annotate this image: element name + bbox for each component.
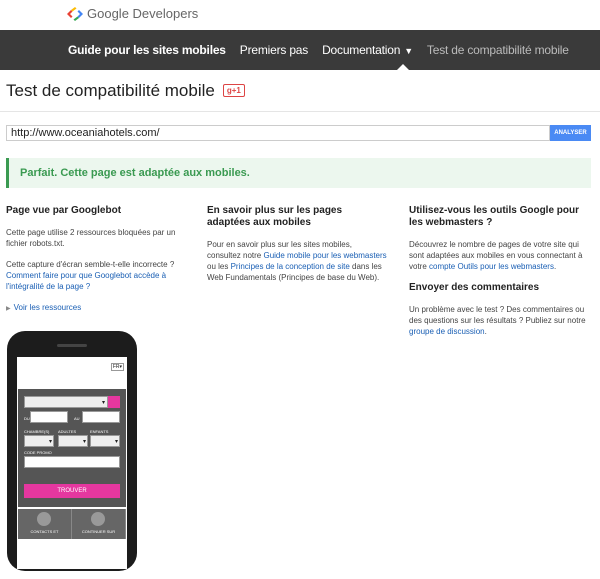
date-from-field xyxy=(30,411,68,423)
top-header: Google Developers xyxy=(0,0,600,30)
view-resources-label: Voir les ressources xyxy=(13,303,82,312)
webmaster-text-2: . xyxy=(553,262,557,271)
google-plus-button[interactable]: g+1 xyxy=(222,84,245,97)
discussion-group-link[interactable]: groupe de discussion xyxy=(409,327,485,336)
date-to-field xyxy=(82,411,120,423)
learn-more-column: En savoir plus sur les pages adaptées au… xyxy=(207,205,387,293)
webmaster-tools-text: Découvrez le nombre de pages de votre si… xyxy=(409,239,589,272)
learn-more-text-2: ou les xyxy=(207,262,231,271)
screenshot-question: Cette capture d'écran semble-t-elle inco… xyxy=(6,259,186,292)
google-developers-logo[interactable]: Google Developers xyxy=(67,6,198,21)
googlebot-access-link[interactable]: Comment faire pour que Googlebot accède … xyxy=(6,271,166,291)
google-developers-icon xyxy=(67,6,83,21)
feedback-text-1: Un problème avec le test ? Des commentai… xyxy=(409,305,586,325)
nav-documentation-label: Documentation xyxy=(322,43,401,57)
nav-mobile-test[interactable]: Test de compatibilité mobile xyxy=(427,43,569,57)
booking-form: ▾ DU AU CHAMBRE(S) ADULTES ENFANTS ▾ ▾ ▾… xyxy=(18,389,126,507)
continue-tile: CONTINUER SUR xyxy=(72,509,126,539)
screenshot-question-text: Cette capture d'écran semble-t-elle inco… xyxy=(6,260,175,269)
page-title-row: Test de compatibilité mobile g+1 xyxy=(0,70,600,112)
contacts-tile: CONTACTS ET xyxy=(18,509,72,539)
triangle-right-icon: ▶ xyxy=(6,306,11,312)
chevron-down-icon: ▼ xyxy=(404,46,413,56)
nav-getting-started[interactable]: Premiers pas xyxy=(240,43,308,57)
feedback-heading: Envoyer des commentaires xyxy=(409,282,540,293)
page-title: Test de compatibilité mobile xyxy=(6,80,215,100)
learn-more-text: Pour en savoir plus sur les sites mobile… xyxy=(207,239,387,283)
googlebot-heading: Page vue par Googlebot xyxy=(6,205,122,216)
phone-preview: FR▾ ▾ DU AU CHAMBRE(S) ADULTES ENFANTS ▾… xyxy=(7,331,137,571)
adults-label: ADULTES xyxy=(58,429,77,434)
chevron-down-icon: ▾ xyxy=(101,400,105,406)
webmaster-tools-column: Utilisez-vous les outils Google pour les… xyxy=(409,205,589,347)
contacts-icon xyxy=(37,512,51,526)
nav-documentation[interactable]: Documentation ▼ xyxy=(322,43,413,57)
phone-speaker xyxy=(57,344,87,347)
au-label: AU xyxy=(74,416,80,421)
feedback-text-2: . xyxy=(484,327,487,336)
children-label: ENFANTS xyxy=(90,429,109,434)
contacts-label: CONTACTS ET xyxy=(30,529,59,534)
main-navigation: Guide pour les sites mobiles Premiers pa… xyxy=(0,30,600,70)
continue-icon xyxy=(91,512,105,526)
children-select: ▾ xyxy=(90,435,120,447)
active-tab-indicator xyxy=(397,64,409,70)
googlebot-column: Page vue par Googlebot Cette page utilis… xyxy=(6,205,186,315)
url-input[interactable] xyxy=(6,125,550,141)
analyze-button[interactable]: ANALYSER xyxy=(550,125,591,141)
rooms-label: CHAMBRE(S) xyxy=(24,429,50,434)
du-label: DU xyxy=(24,416,30,421)
chevron-down-icon: ▾ xyxy=(48,439,52,445)
brand-text: Google Developers xyxy=(87,6,199,21)
webmaster-tools-heading: Utilisez-vous les outils Google pour les… xyxy=(409,205,580,228)
phone-footer-tiles: CONTACTS ET CONTINUER SUR xyxy=(18,509,126,539)
chevron-down-icon: ▾ xyxy=(114,439,118,445)
promo-label: CODE PROMO xyxy=(24,450,52,455)
search-hotels-button: TROUVER xyxy=(24,484,120,498)
phone-screen: FR▾ ▾ DU AU CHAMBRE(S) ADULTES ENFANTS ▾… xyxy=(17,357,127,569)
result-banner: Parfait. Cette page est adaptée aux mobi… xyxy=(6,158,591,188)
adults-select: ▾ xyxy=(58,435,88,447)
url-form: ANALYSER xyxy=(6,125,591,141)
view-resources-link[interactable]: ▶ Voir les ressources xyxy=(6,302,186,315)
continue-label: CONTINUER SUR xyxy=(81,529,116,534)
hotel-select-accent xyxy=(108,396,120,408)
hotel-select: ▾ xyxy=(24,396,108,408)
nav-guide[interactable]: Guide pour les sites mobiles xyxy=(68,43,226,57)
promo-field xyxy=(24,456,120,468)
feedback-text: Un problème avec le test ? Des commentai… xyxy=(409,304,589,337)
learn-more-heading: En savoir plus sur les pages adaptées au… xyxy=(207,205,343,228)
language-label: FR xyxy=(112,364,120,370)
mobile-guide-link[interactable]: Guide mobile pour les webmasters xyxy=(263,251,386,260)
webmaster-account-link[interactable]: compte Outils pour les webmasters xyxy=(429,262,554,271)
chevron-down-icon: ▾ xyxy=(82,439,86,445)
rooms-select: ▾ xyxy=(24,435,54,447)
language-select: FR▾ xyxy=(110,363,124,371)
blocked-resources-text: Cette page utilise 2 ressources bloquées… xyxy=(6,228,176,248)
design-principles-link[interactable]: Principes de la conception de site xyxy=(231,262,350,271)
